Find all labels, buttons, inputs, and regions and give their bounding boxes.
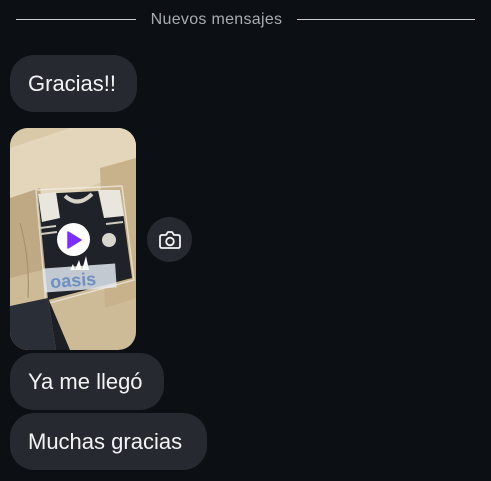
chat-thread: Nuevos mensajes Gracias!! oasis Ya me ll…	[0, 0, 491, 481]
message-bubble[interactable]: Gracias!!	[10, 55, 137, 112]
message-text: Muchas gracias	[28, 428, 183, 454]
camera-icon	[158, 230, 181, 249]
divider-line-left	[16, 19, 136, 20]
video-message-thumbnail[interactable]: oasis	[10, 128, 136, 350]
camera-reply-button[interactable]	[147, 217, 192, 262]
divider-line-right	[297, 19, 475, 20]
message-text: Ya me llegó	[28, 368, 143, 394]
message-text: Gracias!!	[28, 70, 117, 96]
svg-text:oasis: oasis	[50, 269, 97, 292]
message-bubble[interactable]: Muchas gracias	[10, 413, 207, 470]
new-messages-divider: Nuevos mensajes	[0, 10, 491, 30]
play-button[interactable]	[57, 223, 90, 256]
message-bubble[interactable]: Ya me llegó	[10, 353, 164, 410]
new-messages-label: Nuevos mensajes	[150, 11, 283, 28]
play-icon	[66, 230, 82, 249]
